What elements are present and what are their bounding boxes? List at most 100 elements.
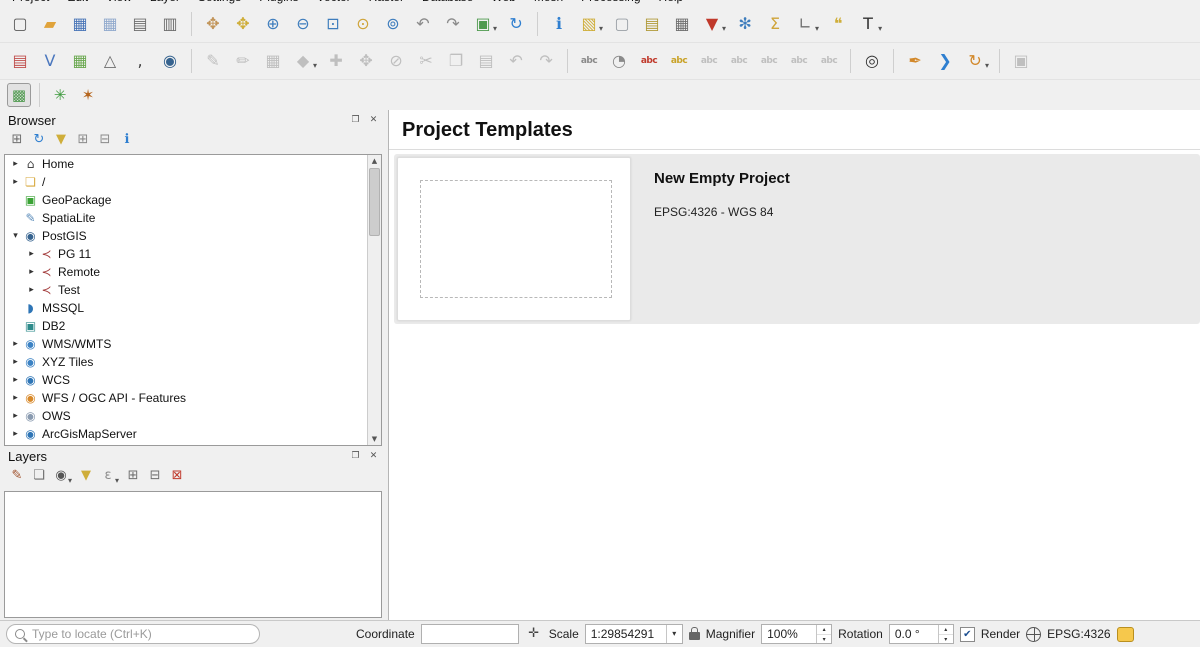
locate-bar[interactable]: Type to locate (Ctrl+K) (6, 624, 260, 644)
float-panel-icon[interactable] (349, 450, 362, 463)
browser-item-xyz-tiles[interactable]: ▸◉XYZ Tiles (5, 353, 381, 371)
layers-list[interactable] (4, 491, 382, 618)
help-contents-button[interactable]: ▣ (1008, 48, 1034, 74)
browser-item-geopackage[interactable]: ▣GeoPackage (5, 191, 381, 209)
move-label-button[interactable]: abc (756, 48, 782, 74)
menu-mesh[interactable]: Mesh (534, 0, 563, 5)
reload-service-button[interactable]: ↻▾ (962, 48, 991, 74)
extents-toggle-icon[interactable] (525, 625, 543, 643)
spin-up-icon[interactable] (939, 625, 953, 634)
coordinate-input[interactable] (421, 624, 519, 644)
dropdown-arrow-icon[interactable]: ▾ (878, 24, 882, 33)
rotate-label-button[interactable]: abc (786, 48, 812, 74)
dropdown-arrow-icon[interactable]: ▾ (985, 61, 989, 70)
collapse-all-button[interactable]: ⊟ (95, 130, 115, 150)
menu-view[interactable]: View (106, 0, 132, 5)
close-panel-icon[interactable] (367, 114, 380, 127)
refresh-map-button[interactable]: ↻ (503, 11, 529, 37)
spinner-arrows[interactable] (816, 625, 831, 643)
lock-scale-icon[interactable] (689, 632, 700, 640)
text-annotation-button[interactable]: T▾ (855, 11, 884, 37)
open-project-button[interactable]: ▰ (37, 11, 63, 37)
spinner-arrows[interactable] (938, 625, 953, 643)
refresh-browser-button[interactable]: ↻ (29, 130, 49, 150)
menu-plugins[interactable]: Plugins (259, 0, 298, 5)
menu-layer[interactable]: Layer (150, 0, 180, 5)
manage-themes-button[interactable]: ◉▾ (51, 466, 74, 486)
show-hidden-labels-button[interactable]: abc (726, 48, 752, 74)
expander-icon[interactable]: ▸ (9, 411, 22, 421)
expander-icon[interactable]: ▸ (25, 249, 38, 259)
new-print-layout-button[interactable]: ▤ (127, 11, 153, 37)
dropdown-arrow-icon[interactable]: ▾ (115, 476, 119, 485)
browser-item-test[interactable]: ▸≺Test (5, 281, 381, 299)
expander-icon[interactable]: ▸ (9, 339, 22, 349)
layout-manager-button[interactable]: ▥ (157, 11, 183, 37)
dropdown-arrow-icon[interactable]: ▾ (493, 24, 497, 33)
save-project-button[interactable]: ▦ (67, 11, 93, 37)
expander-icon[interactable]: ▸ (25, 285, 38, 295)
menu-web[interactable]: Web (491, 0, 515, 5)
render-checkbox[interactable] (960, 627, 975, 642)
delete-selected-button[interactable]: ⊘ (383, 48, 409, 74)
new-map-view-button[interactable]: ▣▾ (470, 11, 499, 37)
rotation-spinner[interactable]: 0.0 ° (889, 624, 954, 644)
binoculars-button[interactable]: ◎ (859, 48, 885, 74)
expander-icon[interactable]: ▾ (9, 231, 22, 241)
browser-item-pg-11[interactable]: ▸≺PG 11 (5, 245, 381, 263)
expander-icon[interactable]: ▸ (9, 429, 22, 439)
label-highlight-button[interactable]: abc (636, 48, 662, 74)
spin-up-icon[interactable] (817, 625, 831, 634)
add-vector-layer-button[interactable]: V (37, 48, 63, 74)
menu-vector[interactable]: Vector (317, 0, 351, 5)
pan-to-selection-button[interactable]: ✥ (230, 11, 256, 37)
dropdown-arrow-icon[interactable]: ▾ (68, 476, 72, 485)
expander-icon[interactable]: ▸ (9, 393, 22, 403)
zoom-next-button[interactable]: ↷ (440, 11, 466, 37)
paste-features-button[interactable]: ▤ (473, 48, 499, 74)
move-feature-button[interactable]: ✥ (353, 48, 379, 74)
digitize-button[interactable]: ◆▾ (290, 48, 319, 74)
dropdown-arrow-icon[interactable]: ▾ (313, 61, 317, 70)
menu-edit[interactable]: Edit (67, 0, 88, 5)
collapse-all-layers-button[interactable]: ⊟ (145, 466, 165, 486)
add-postgis-layer-button[interactable]: ◉ (157, 48, 183, 74)
browser-item-remote[interactable]: ▸≺Remote (5, 263, 381, 281)
expander-icon[interactable]: ▸ (25, 267, 38, 277)
spin-down-icon[interactable] (817, 634, 831, 644)
browser-item-home[interactable]: ▸⌂Home (5, 155, 381, 173)
pan-map-button[interactable]: ✥ (200, 11, 226, 37)
scale-dropdown-icon[interactable] (666, 625, 682, 643)
cut-features-button[interactable]: ✂ (413, 48, 439, 74)
map-tips-button[interactable]: ❝ (825, 11, 851, 37)
zoom-out-button[interactable]: ⊖ (290, 11, 316, 37)
select-features-button[interactable]: ▧▾ (576, 11, 605, 37)
temporal-controller-button[interactable]: ✻ (732, 11, 758, 37)
add-group-button[interactable]: ❏ (29, 466, 49, 486)
layer-labeling-button[interactable]: abc (576, 48, 602, 74)
add-mesh-layer-button[interactable]: △ (97, 48, 123, 74)
zoom-full-button[interactable]: ⊡ (320, 11, 346, 37)
menu-help[interactable]: Help (659, 0, 684, 5)
close-panel-icon[interactable] (367, 450, 380, 463)
dropdown-arrow-icon[interactable]: ▾ (815, 24, 819, 33)
save-edits-button[interactable]: ▦ (260, 48, 286, 74)
statistics-button[interactable]: Σ (762, 11, 788, 37)
new-project-button[interactable]: ▢ (7, 11, 33, 37)
deselect-features-button[interactable]: ▢ (609, 11, 635, 37)
scale-combo[interactable]: 1:29854291 (585, 624, 683, 644)
expand-all-button[interactable]: ⊞ (73, 130, 93, 150)
save-project-as-button[interactable]: ▦ (97, 11, 123, 37)
menu-processing[interactable]: Processing (581, 0, 640, 5)
layer-styling-button[interactable]: ✎ (7, 466, 27, 486)
browser-item-wms-wmts[interactable]: ▸◉WMS/WMTS (5, 335, 381, 353)
pin-labels-button[interactable]: abc (696, 48, 722, 74)
properties-widget-button[interactable]: ℹ (117, 130, 137, 150)
remove-layer-button[interactable]: ⊠ (167, 466, 187, 486)
browser-item-root[interactable]: ▸❏/ (5, 173, 381, 191)
zoom-last-button[interactable]: ↶ (410, 11, 436, 37)
scroll-thumb[interactable] (369, 168, 380, 236)
messages-icon[interactable] (1117, 627, 1134, 642)
browser-item-ows[interactable]: ▸◉OWS (5, 407, 381, 425)
browser-item-postgis[interactable]: ▾◉PostGIS (5, 227, 381, 245)
